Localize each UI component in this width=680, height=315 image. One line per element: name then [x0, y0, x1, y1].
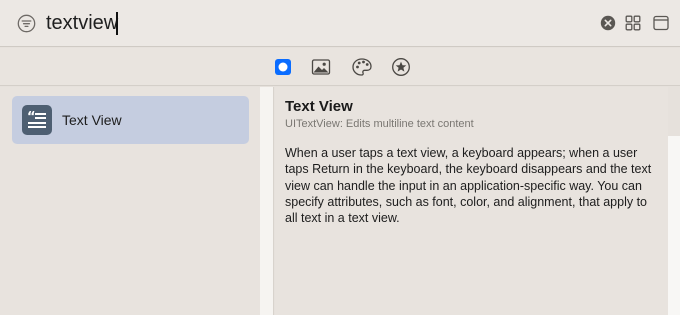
- palette-icon: [352, 58, 372, 76]
- list-item-text-view[interactable]: “ Text View: [12, 96, 249, 144]
- window-edge: [668, 136, 680, 315]
- library-category-toolbar: [0, 48, 680, 86]
- search-input[interactable]: [46, 9, 586, 37]
- split-divider[interactable]: [260, 87, 274, 315]
- star-icon: [392, 58, 410, 76]
- search-bar: [0, 0, 680, 47]
- grid-icon: [625, 15, 641, 31]
- sidebar-panel-icon: [653, 15, 669, 31]
- detail-description: When a user taps a text view, a keyboard…: [285, 146, 652, 226]
- grid-view-button[interactable]: [625, 15, 641, 31]
- tab-views[interactable]: [273, 57, 293, 77]
- clear-search-button[interactable]: [600, 15, 616, 31]
- tab-media[interactable]: [311, 57, 331, 77]
- text-cursor: [116, 12, 118, 35]
- results-list: “ Text View: [0, 87, 260, 315]
- tab-colors[interactable]: [351, 57, 372, 77]
- detail-title: Text View: [285, 98, 353, 115]
- toggle-details-button[interactable]: [653, 15, 669, 31]
- clear-icon: [600, 15, 616, 31]
- text-view-icon: “: [22, 105, 52, 135]
- list-item-label: Text View: [62, 112, 122, 128]
- filter-icon[interactable]: [17, 14, 36, 33]
- tab-snippets[interactable]: [391, 57, 411, 77]
- detail-pane: Text View UITextView: Edits multiline te…: [275, 87, 668, 315]
- views-icon: [275, 59, 291, 75]
- detail-subtitle: UITextView: Edits multiline text content: [285, 118, 474, 130]
- image-icon: [311, 59, 331, 75]
